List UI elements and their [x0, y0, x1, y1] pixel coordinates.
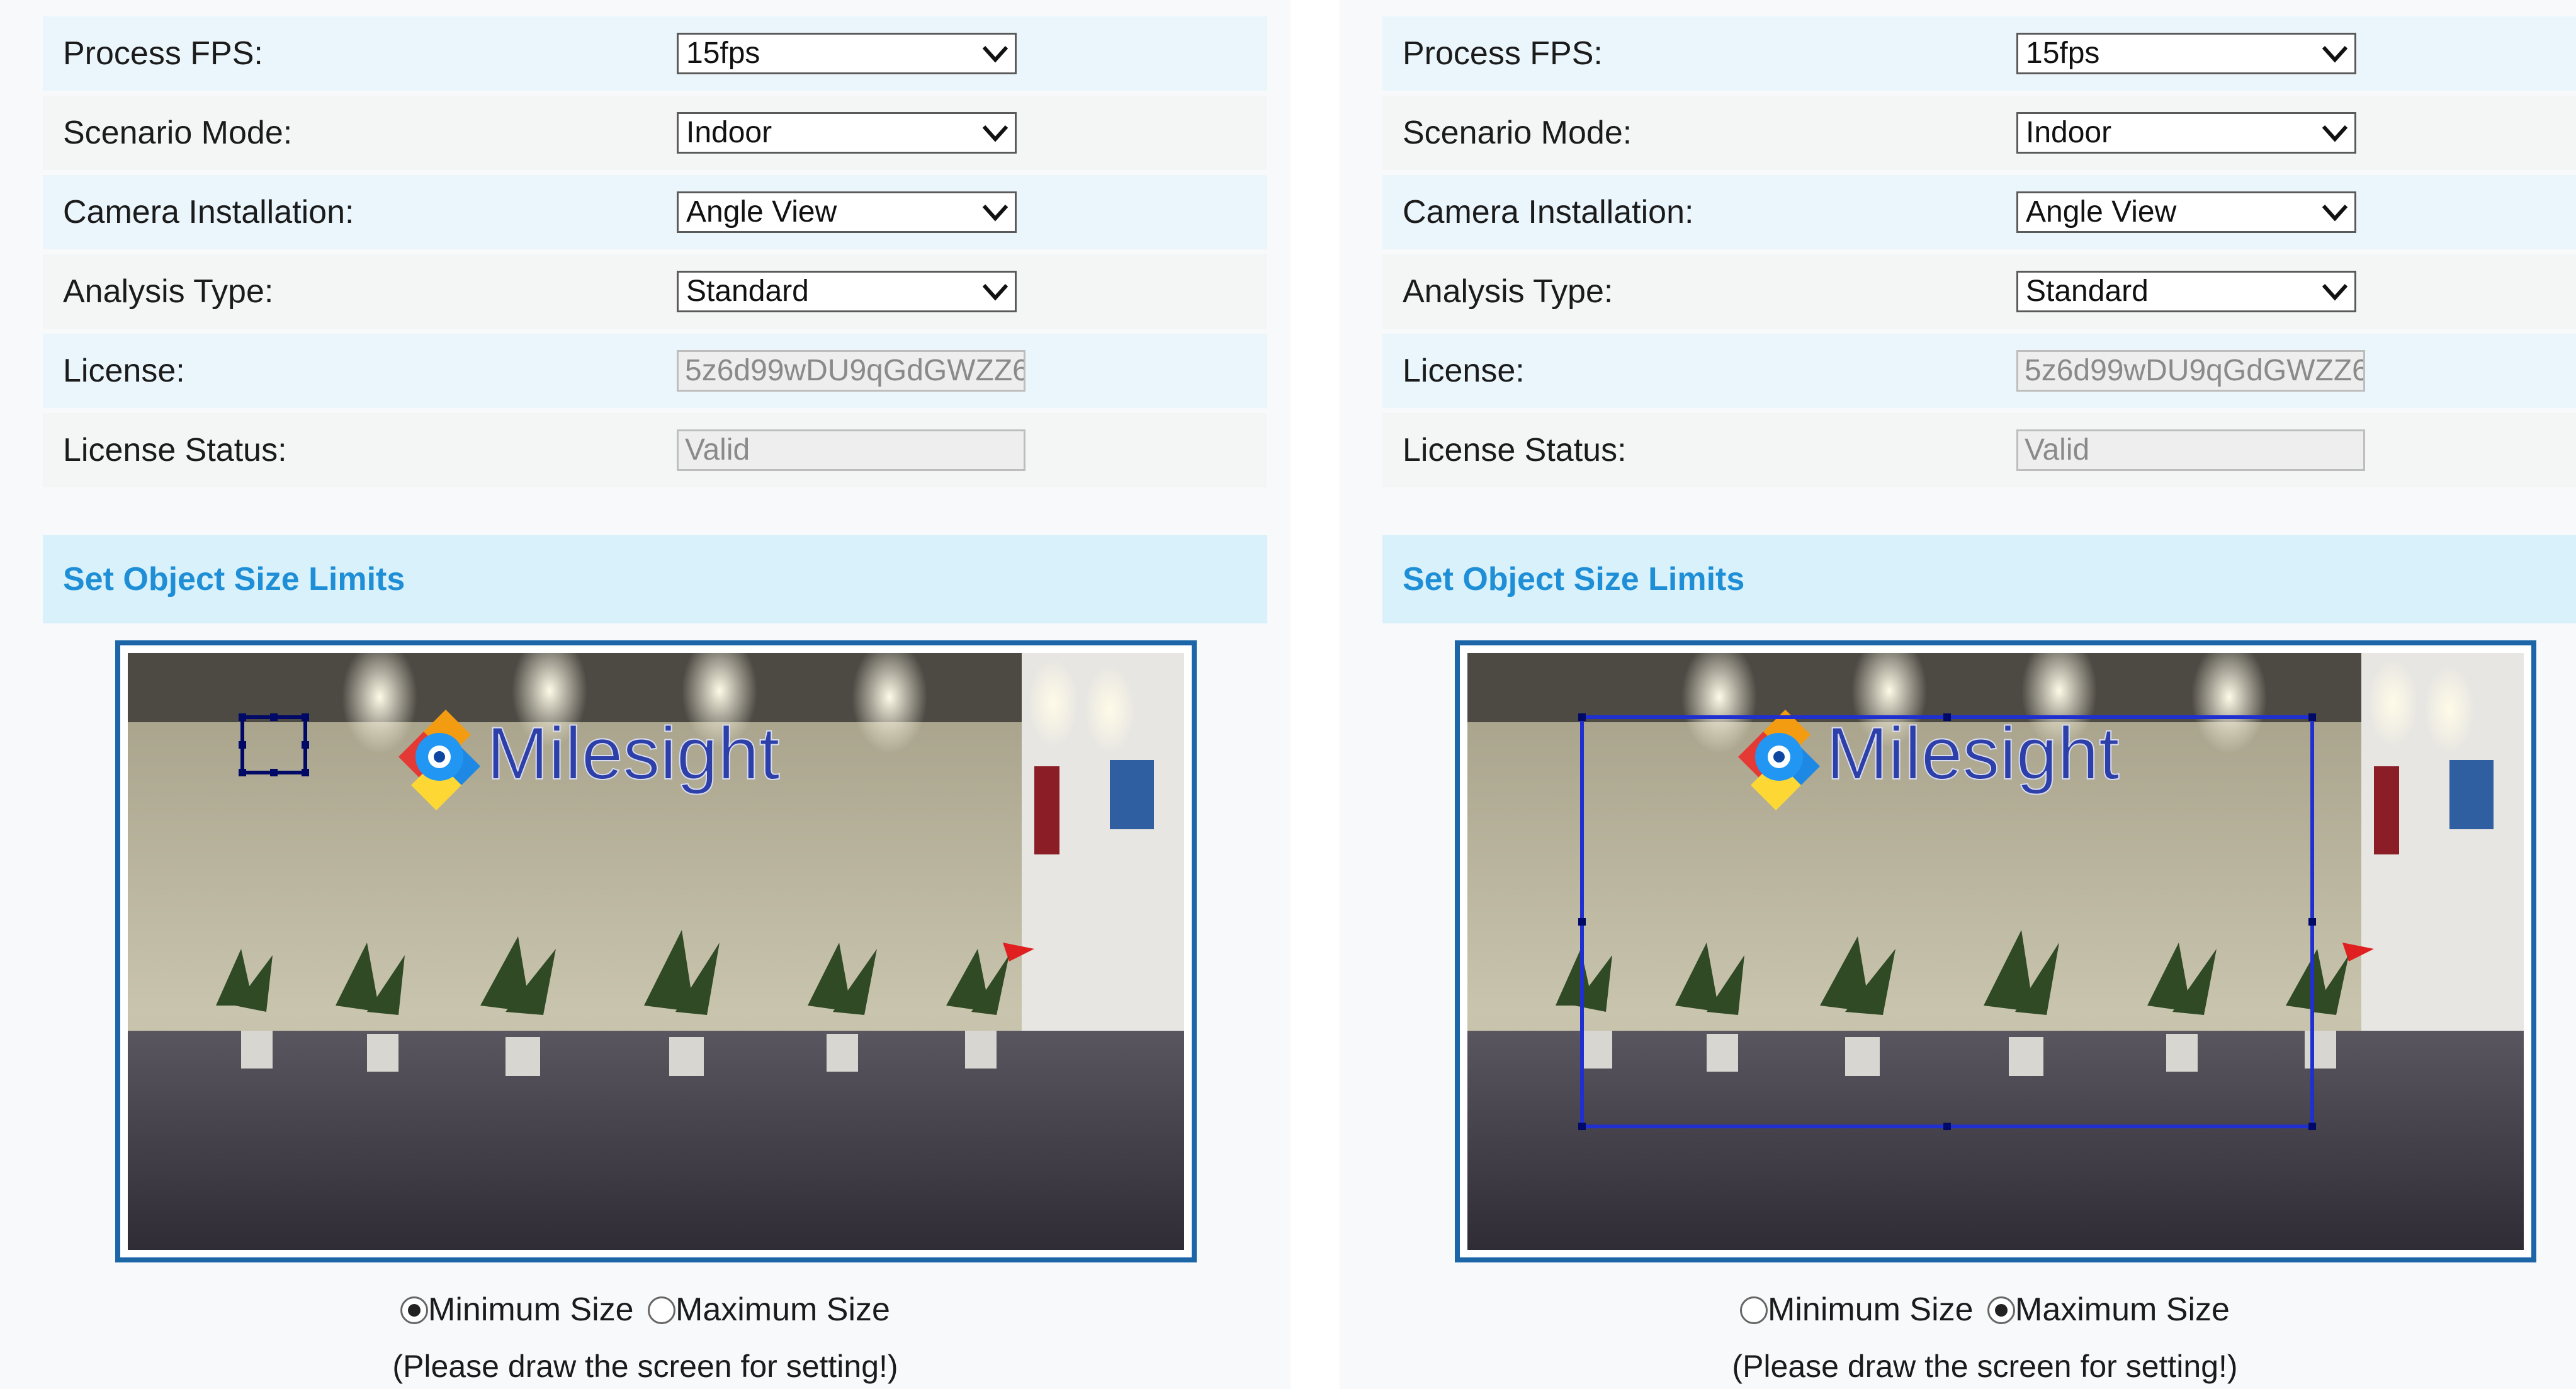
license-status-field[interactable]: Valid: [2016, 429, 2365, 471]
scenario-mode-select[interactable]: Indoor: [2016, 112, 2356, 154]
row-scenario-mode: Scenario Mode: Indoor: [1382, 96, 2576, 170]
analysis-type-select[interactable]: Standard: [677, 271, 1017, 312]
section-header: Set Object Size Limits: [1382, 535, 2576, 623]
chevron-down-icon: [982, 283, 1008, 301]
row-scenario-mode: Scenario Mode: Indoor: [43, 96, 1267, 170]
camera-installation-label: Camera Installation:: [63, 194, 354, 230]
config-panel-left: Process FPS: 15fps Scenario Mode: Indoor…: [0, 0, 1291, 1389]
maximum-size-label: Maximum Size: [675, 1291, 890, 1328]
analysis-type-label: Analysis Type:: [63, 273, 274, 310]
camera-scene: Milesight: [128, 653, 1184, 1250]
process-fps-value: 15fps: [686, 37, 760, 70]
size-radio-group: Minimum Size Maximum Size: [1340, 1284, 2576, 1335]
row-camera-installation: Camera Installation: Angle View: [1382, 175, 2576, 249]
maximum-size-option[interactable]: Maximum Size: [1987, 1284, 2230, 1335]
row-analysis-type: Analysis Type: Standard: [43, 254, 1267, 329]
analysis-type-value: Standard: [2026, 275, 2149, 308]
camera-preview[interactable]: Milesight: [128, 653, 1184, 1250]
analysis-type-select[interactable]: Standard: [2016, 271, 2356, 312]
section-title: Set Object Size Limits: [1403, 561, 1745, 598]
config-panel-right: Process FPS: 15fps Scenario Mode: Indoor…: [1340, 0, 2576, 1389]
video-frame: Milesight: [115, 640, 1197, 1262]
radio-icon[interactable]: [1987, 1296, 2015, 1324]
maximum-size-option[interactable]: Maximum Size: [648, 1284, 890, 1335]
chevron-down-icon: [982, 204, 1008, 222]
process-fps-value: 15fps: [2026, 37, 2100, 70]
license-status-label: License Status:: [63, 432, 287, 468]
scenario-mode-label: Scenario Mode:: [63, 115, 293, 151]
row-license-status: License Status: Valid: [43, 413, 1267, 487]
camera-installation-select[interactable]: Angle View: [677, 191, 1017, 233]
radio-icon[interactable]: [400, 1296, 429, 1324]
row-license: License: 5z6d99wDU9qGdGWZZ6: [1382, 334, 2576, 408]
chevron-down-icon: [2322, 283, 2348, 301]
scenario-mode-value: Indoor: [2026, 116, 2112, 149]
minimum-size-option[interactable]: Minimum Size: [1740, 1284, 1974, 1335]
row-process-fps: Process FPS: 15fps: [43, 16, 1267, 91]
video-frame: Milesight: [1455, 640, 2536, 1262]
camera-scene: Milesight: [1467, 653, 2524, 1250]
section-title: Set Object Size Limits: [63, 561, 405, 598]
chevron-down-icon: [982, 45, 1008, 63]
row-camera-installation: Camera Installation: Angle View: [43, 175, 1267, 249]
scenario-mode-value: Indoor: [686, 116, 772, 149]
process-fps-label: Process FPS:: [1403, 35, 1603, 72]
analysis-type-value: Standard: [686, 275, 809, 308]
row-license: License: 5z6d99wDU9qGdGWZZ6: [43, 334, 1267, 408]
license-field[interactable]: 5z6d99wDU9qGdGWZZ6: [2016, 350, 2365, 392]
camera-installation-value: Angle View: [2026, 195, 2177, 229]
camera-installation-select[interactable]: Angle View: [2016, 191, 2356, 233]
minimum-size-label: Minimum Size: [428, 1291, 634, 1328]
chevron-down-icon: [2322, 204, 2348, 222]
license-field[interactable]: 5z6d99wDU9qGdGWZZ6: [677, 350, 1025, 392]
size-radio-group: Minimum Size Maximum Size: [0, 1284, 1291, 1335]
row-license-status: License Status: Valid: [1382, 413, 2576, 487]
scenario-mode-select[interactable]: Indoor: [677, 112, 1017, 154]
row-analysis-type: Analysis Type: Standard: [1382, 254, 2576, 329]
camera-installation-label: Camera Installation:: [1403, 194, 1694, 230]
chevron-down-icon: [2322, 125, 2348, 142]
draw-hint: (Please draw the screen for setting!): [1732, 1349, 2238, 1384]
process-fps-label: Process FPS:: [63, 35, 263, 72]
camera-preview[interactable]: Milesight: [1467, 653, 2524, 1250]
process-fps-select[interactable]: 15fps: [2016, 33, 2356, 74]
minimum-size-label: Minimum Size: [1768, 1291, 1974, 1328]
license-value: 5z6d99wDU9qGdGWZZ6: [2025, 354, 2365, 387]
svg-text:Milesight: Milesight: [1826, 712, 2120, 795]
license-value: 5z6d99wDU9qGdGWZZ6: [685, 354, 1025, 387]
draw-hint: (Please draw the screen for setting!): [392, 1349, 898, 1384]
camera-installation-value: Angle View: [686, 195, 837, 229]
section-header: Set Object Size Limits: [43, 535, 1267, 623]
license-status-field[interactable]: Valid: [677, 429, 1025, 471]
process-fps-select[interactable]: 15fps: [677, 33, 1017, 74]
svg-text:Milesight: Milesight: [487, 712, 780, 795]
maximum-size-label: Maximum Size: [2015, 1291, 2230, 1328]
license-status-value: Valid: [685, 433, 750, 467]
license-label: License:: [63, 353, 185, 389]
scenario-mode-label: Scenario Mode:: [1403, 115, 1632, 151]
chevron-down-icon: [982, 125, 1008, 142]
analysis-type-label: Analysis Type:: [1403, 273, 1613, 310]
radio-icon[interactable]: [1740, 1296, 1768, 1324]
license-status-label: License Status:: [1403, 432, 1627, 468]
license-status-value: Valid: [2025, 433, 2090, 467]
license-label: License:: [1403, 353, 1525, 389]
row-process-fps: Process FPS: 15fps: [1382, 16, 2576, 91]
radio-icon[interactable]: [648, 1296, 675, 1324]
chevron-down-icon: [2322, 45, 2348, 63]
minimum-size-option[interactable]: Minimum Size: [400, 1284, 634, 1335]
